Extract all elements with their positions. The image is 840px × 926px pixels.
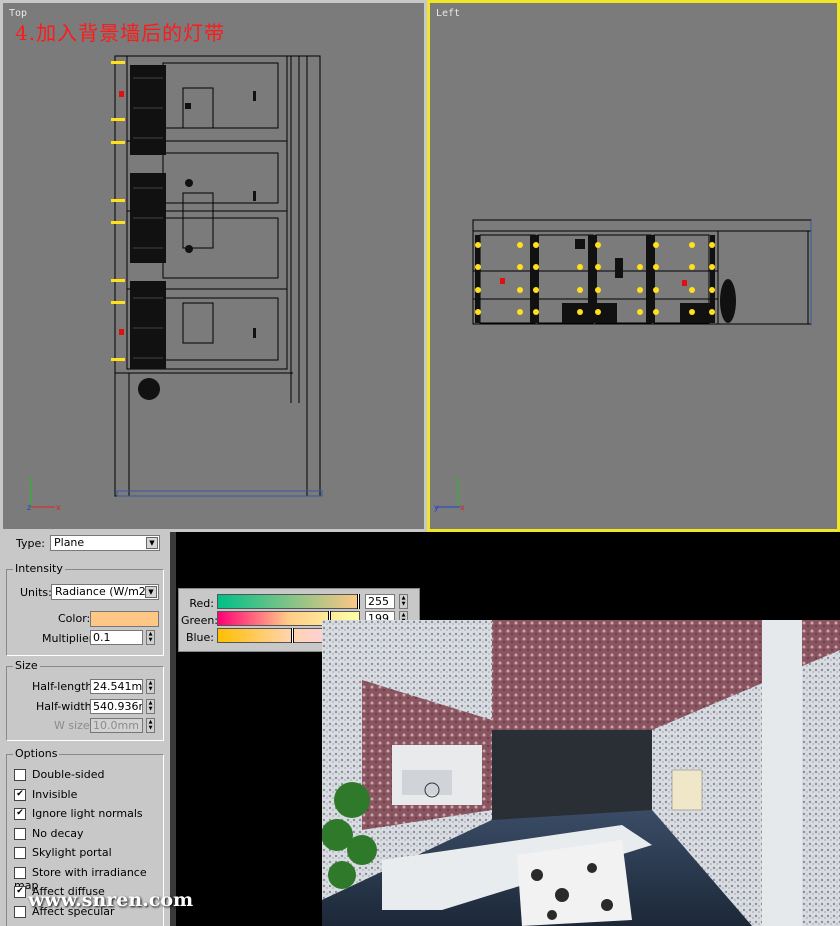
multiplier-input[interactable]: 0.1: [90, 630, 143, 645]
option-label: Invisible: [32, 788, 78, 801]
red-input[interactable]: 255: [365, 594, 395, 609]
red-spinner[interactable]: ▲ ▼: [399, 594, 408, 609]
red-slider-handle[interactable]: [357, 594, 360, 609]
half-length-input[interactable]: 24.541mm: [90, 679, 143, 694]
rendered-interior-image: [322, 620, 840, 926]
left-viewport[interactable]: Left z x y: [427, 0, 840, 532]
svg-text:x: x: [56, 503, 61, 512]
red-slider[interactable]: [217, 594, 360, 609]
green-label: Green:: [181, 614, 219, 627]
check-icon[interactable]: ✔: [14, 886, 26, 898]
wsize-input[interactable]: 10.0mm: [90, 718, 143, 733]
top-viewport[interactable]: Top 4.加入背景墙后的灯带 y x z: [0, 0, 427, 532]
store-irradiance-checkbox[interactable]: Store with irradiance map: [14, 866, 172, 892]
left-view-wireframe: z x y: [434, 219, 812, 512]
render-illustration: [322, 620, 840, 926]
units-label: Units:: [20, 586, 52, 599]
color-label: Color:: [58, 612, 91, 625]
light-parameters-panel: Type: Plane ▼ Intensity Units: Radiance …: [0, 532, 176, 926]
blue-label: Blue:: [185, 631, 214, 644]
type-dropdown[interactable]: Plane ▼: [50, 535, 160, 551]
half-length-label: Half-length:: [32, 680, 97, 693]
svg-text:z: z: [27, 503, 31, 512]
multiplier-spinner[interactable]: ▲ ▼: [146, 630, 155, 645]
ignore-light-normals-checkbox[interactable]: ✔ Ignore light normals: [14, 807, 143, 821]
wsize-label: W size: [54, 719, 90, 732]
intensity-group-title: Intensity: [13, 562, 65, 575]
svg-text:x: x: [460, 503, 465, 512]
blue-slider-handle[interactable]: [291, 628, 294, 643]
half-width-label: Half-width:: [36, 700, 96, 713]
chevron-down-icon[interactable]: ▼: [145, 586, 157, 598]
size-group-title: Size: [13, 659, 40, 672]
wsize-spinner[interactable]: ▲ ▼: [146, 718, 155, 733]
checkbox-box[interactable]: [14, 828, 26, 840]
svg-text:y: y: [434, 503, 439, 512]
half-width-input[interactable]: 540.936m: [90, 699, 143, 714]
top-view-wireframe: y x z: [27, 55, 323, 512]
units-value: Radiance (W/m2/: [55, 585, 150, 598]
watermark-text: www.snren.com: [28, 889, 194, 911]
half-width-spinner[interactable]: ▲ ▼: [146, 699, 155, 714]
skylight-portal-checkbox[interactable]: Skylight portal: [14, 846, 112, 860]
check-icon[interactable]: ✔: [14, 789, 26, 801]
check-icon[interactable]: ✔: [14, 808, 26, 820]
color-swatch[interactable]: [90, 611, 159, 627]
option-label: Skylight portal: [32, 846, 112, 859]
checkbox-box[interactable]: [14, 847, 26, 859]
option-label: Ignore light normals: [32, 807, 143, 820]
checkbox-box[interactable]: [14, 906, 26, 918]
no-decay-checkbox[interactable]: No decay: [14, 827, 84, 841]
chevron-down-icon[interactable]: ▼: [146, 537, 158, 549]
svg-text:y: y: [28, 475, 33, 484]
double-sided-checkbox[interactable]: Double-sided: [14, 768, 104, 782]
half-length-spinner[interactable]: ▲ ▼: [146, 679, 155, 694]
type-value: Plane: [54, 536, 85, 549]
checkbox-box[interactable]: [14, 867, 26, 879]
type-label: Type:: [16, 537, 45, 550]
option-label: No decay: [32, 827, 84, 840]
options-group-title: Options: [13, 747, 60, 760]
multiplier-label: Multiplier:: [42, 632, 97, 645]
invisible-checkbox[interactable]: ✔ Invisible: [14, 788, 77, 802]
units-dropdown[interactable]: Radiance (W/m2/ ▼: [51, 584, 159, 600]
svg-text:z: z: [455, 475, 459, 484]
red-label: Red:: [189, 597, 214, 610]
checkbox-box[interactable]: [14, 769, 26, 781]
panel-scrollbar[interactable]: [170, 532, 176, 926]
option-label: Double-sided: [32, 768, 105, 781]
